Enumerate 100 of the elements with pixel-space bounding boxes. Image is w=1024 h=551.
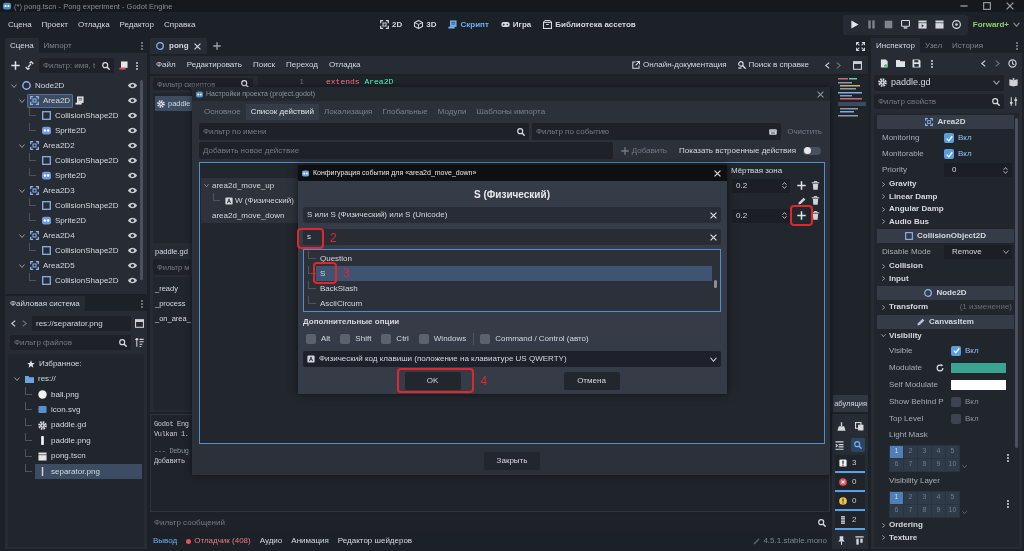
window-icon[interactable] xyxy=(853,60,862,70)
book-icon[interactable] xyxy=(1009,78,1018,87)
checkbox-label[interactable]: Вкл xyxy=(965,396,979,407)
chevron-down-icon[interactable] xyxy=(14,376,20,383)
deadzone-field[interactable]: 0.2 xyxy=(732,178,790,193)
key-item[interactable]: BackSlash xyxy=(316,281,712,296)
settings-tab[interactable]: Список действий xyxy=(245,104,319,120)
menu-item[interactable]: Переход xyxy=(286,60,318,70)
property-filter-field[interactable]: Фильтр свойств xyxy=(874,94,1004,109)
monitor-icon[interactable] xyxy=(900,20,910,29)
scene-tree-item[interactable]: Area2D4 xyxy=(27,228,78,243)
circle-dot-icon[interactable] xyxy=(951,20,961,29)
bottom-tab[interactable]: Аудио xyxy=(259,536,283,546)
key-mode-dropdown[interactable]: Физический код клавиши (положение на клавиатуре US QWERTY) xyxy=(303,351,721,367)
property-group[interactable]: Linear Damp xyxy=(877,190,1014,203)
settings-tab[interactable]: Локализация xyxy=(318,104,378,120)
ok-button[interactable]: OK xyxy=(404,372,461,390)
chevron-right-icon[interactable] xyxy=(835,61,842,69)
color-swatch-icon[interactable] xyxy=(951,379,1006,390)
sort-icon[interactable] xyxy=(135,338,144,347)
scrollbar-thumb[interactable] xyxy=(714,280,717,288)
new-file-icon[interactable] xyxy=(880,59,889,68)
scrollbar-thumb[interactable] xyxy=(1015,118,1018,448)
chevron-right-icon[interactable] xyxy=(994,60,1001,67)
chevron-down-icon[interactable] xyxy=(19,262,25,269)
bottom-tab[interactable]: Вывод xyxy=(153,536,178,546)
docs-link[interactable]: Онлайн-документация xyxy=(631,60,727,70)
property-group[interactable]: Input xyxy=(877,272,1014,285)
checkbox[interactable] xyxy=(418,334,429,344)
search-toggle-button[interactable] xyxy=(850,438,865,452)
number-field[interactable]: 0 xyxy=(944,163,1012,177)
scene-tree-item[interactable]: Area2D2 xyxy=(27,138,78,153)
property-group[interactable]: Texture xyxy=(877,531,1014,544)
property-group[interactable]: Ordering xyxy=(877,519,1014,532)
event-item[interactable]: W (Физический) xyxy=(201,193,298,208)
trash-icon[interactable] xyxy=(811,211,820,220)
action-item[interactable]: area2d_move_down xyxy=(201,208,298,223)
pause-icon[interactable] xyxy=(866,20,876,29)
workspace-tab[interactable]: 3D xyxy=(414,19,437,30)
log-filter-button[interactable]: 2 xyxy=(835,512,865,530)
menu-item[interactable]: Отладка xyxy=(328,60,361,70)
workspace-tab[interactable]: Скрипт xyxy=(448,19,489,30)
scene-tree-item[interactable]: Area2D5 xyxy=(27,258,78,273)
maximize-icon[interactable] xyxy=(983,2,991,10)
property-group[interactable]: Collision xyxy=(877,260,1014,273)
clapperboard-icon[interactable] xyxy=(934,20,944,29)
history-icon[interactable] xyxy=(1008,59,1017,68)
bottom-tab[interactable]: Анимация xyxy=(291,536,329,546)
scene-tree-item[interactable]: Sprite2D xyxy=(39,168,90,183)
trash-icon[interactable] xyxy=(811,181,820,190)
kebab-menu-icon[interactable] xyxy=(138,41,146,50)
eye-icon[interactable] xyxy=(128,141,137,150)
file-item[interactable]: ball.png xyxy=(35,386,142,402)
reset-icon[interactable] xyxy=(936,363,944,372)
eye-icon[interactable] xyxy=(128,171,137,180)
checkbox-label[interactable]: Command / Control (авто) xyxy=(495,334,589,344)
dock-tab[interactable]: Инспектор xyxy=(871,38,920,53)
favorites-item[interactable]: Избранное: xyxy=(24,356,142,372)
checkbox[interactable] xyxy=(944,149,954,159)
renderer-dropdown[interactable]: Forward+ xyxy=(972,19,1020,30)
checkbox[interactable] xyxy=(951,396,961,407)
chevron-right-icon[interactable] xyxy=(21,320,28,327)
filter-field[interactable]: Фильтр: имя, t xyxy=(39,58,114,73)
file-item[interactable]: separator.png xyxy=(35,463,142,479)
eye-icon[interactable] xyxy=(128,216,137,225)
checkbox-label[interactable]: Вкл xyxy=(958,133,972,143)
eye-icon[interactable] xyxy=(128,81,137,90)
chevron-down-icon[interactable] xyxy=(19,232,25,239)
chevron-left-icon[interactable] xyxy=(824,61,831,69)
scene-tree-item[interactable]: CollisionShape2D xyxy=(39,198,122,213)
kebab-menu-icon[interactable] xyxy=(1013,41,1021,50)
checkbox[interactable] xyxy=(306,334,316,344)
chevron-down-icon[interactable] xyxy=(962,510,967,515)
log-filter-button[interactable]: 0 xyxy=(835,493,865,511)
file-item[interactable]: res:// xyxy=(22,371,142,387)
pin-icon[interactable] xyxy=(836,535,846,545)
eye-icon[interactable] xyxy=(128,186,137,195)
color-swatch-icon[interactable] xyxy=(951,362,1006,373)
dock-tab[interactable]: Файловая система xyxy=(5,296,85,311)
eye-icon[interactable] xyxy=(128,276,137,285)
dock-tab[interactable]: Импорт xyxy=(38,38,77,53)
checkbox-label[interactable]: Ctrl xyxy=(396,334,409,344)
bottom-tab[interactable]: Редактор шейдеров xyxy=(337,536,413,546)
broom-icon[interactable] xyxy=(836,421,846,431)
event-field[interactable]: S или S (Физический) или S (Unicode) xyxy=(303,207,721,223)
menu-item[interactable]: Проект xyxy=(41,19,68,30)
new-action-field[interactable]: Добавить новое действие xyxy=(199,142,613,159)
kebab-menu-icon[interactable] xyxy=(1004,500,1012,508)
file-item[interactable]: paddle.gd xyxy=(35,417,142,433)
checkbox[interactable] xyxy=(951,413,961,424)
log-filter-button[interactable]: 3 xyxy=(835,455,865,473)
menu-item[interactable]: Редактор xyxy=(119,19,154,30)
scroll-icon[interactable] xyxy=(119,61,128,70)
property-group[interactable]: Transform (1 изменение) xyxy=(877,301,1014,314)
clapperboard-icon[interactable] xyxy=(917,20,927,29)
menu-item[interactable]: Сцена xyxy=(8,19,32,30)
dock-tab[interactable]: Сцена xyxy=(5,38,39,53)
checkbox-label[interactable]: Alt xyxy=(321,334,331,344)
eye-icon[interactable] xyxy=(128,96,137,105)
eye-icon[interactable] xyxy=(128,231,137,240)
